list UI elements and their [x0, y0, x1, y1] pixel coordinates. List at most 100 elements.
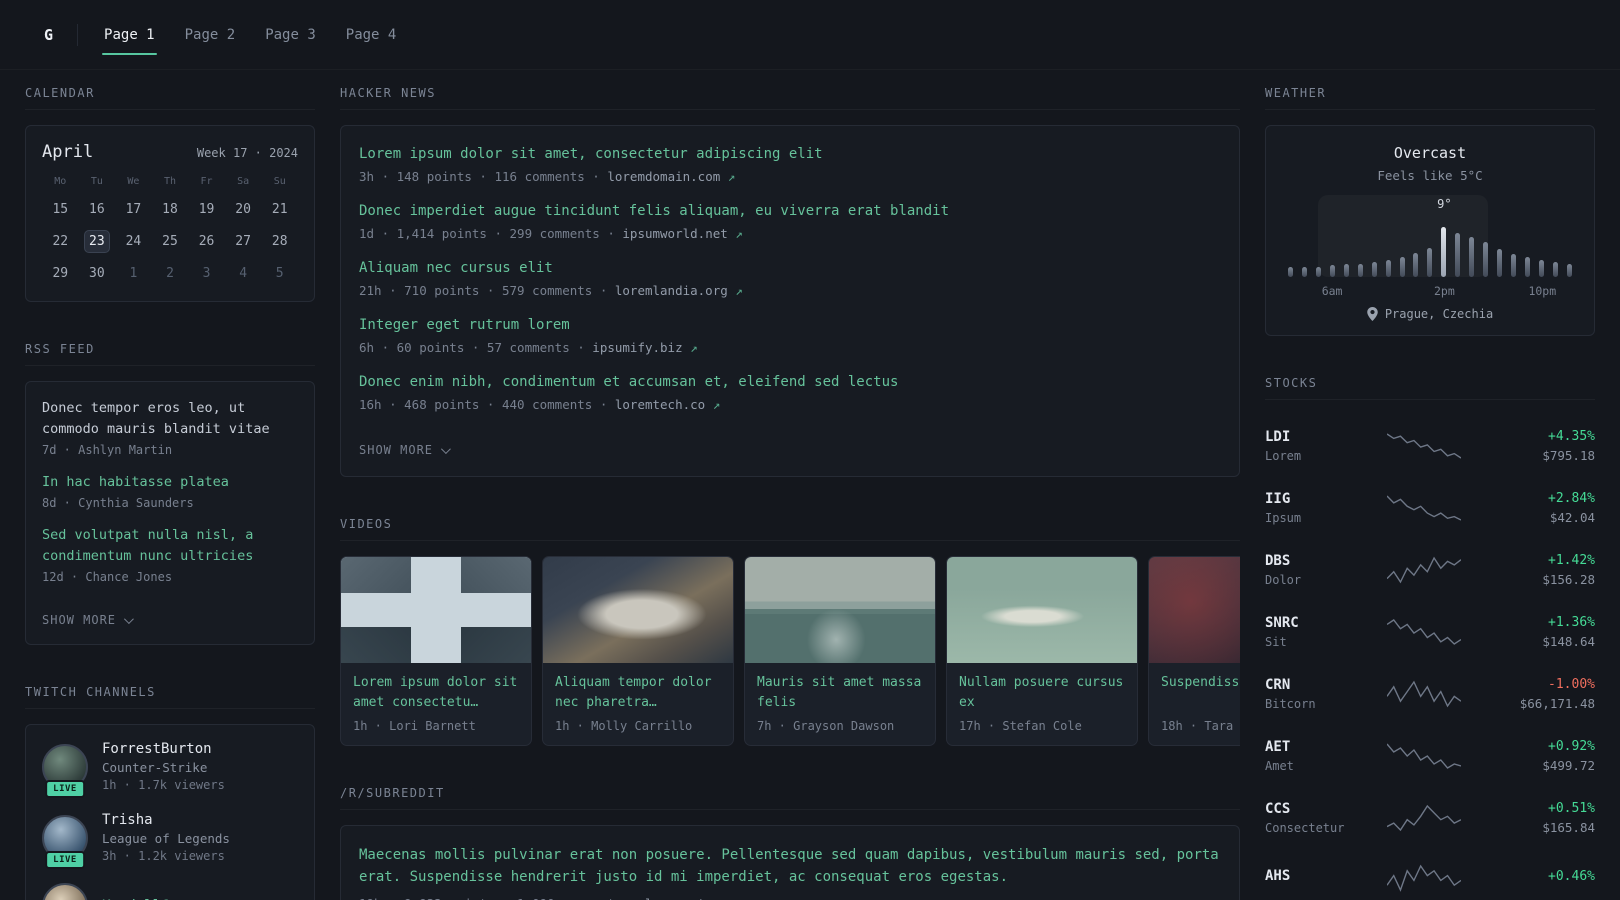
video-card[interactable]: Mauris sit amet massa felis 7h · Grayson… [744, 556, 936, 746]
calendar-dayname: We [127, 176, 140, 187]
reddit-post-title[interactable]: Maecenas mollis pulvinar erat non posuer… [359, 844, 1221, 888]
rss-item: In hac habitasse platea 8d · Cynthia Sau… [42, 472, 298, 510]
twitch-channel[interactable]: LIVE Trisha League of Legends 3h · 1.2k … [42, 812, 298, 869]
video-card[interactable]: Lorem ipsum dolor sit amet consectetu… 1… [340, 556, 532, 746]
hn-meta-text: 6h · 60 points · 57 comments · [359, 340, 593, 355]
calendar-day-next-month: 1 [129, 266, 138, 281]
stock-values: +0.92% $499.72 [1483, 739, 1595, 773]
hn-meta-text: 21h · 710 points · 579 comments · [359, 283, 615, 298]
tab-page-2[interactable]: Page 2 [183, 21, 238, 49]
stock-row[interactable]: LDI Lorem +4.35% $795.18 [1265, 415, 1595, 477]
video-card[interactable]: Aliquam tempor dolor nec pharetra… 1h · … [542, 556, 734, 746]
hn-story-meta: 1d · 1,414 points · 299 comments · ipsum… [359, 226, 1221, 241]
stock-price: $148.64 [1542, 634, 1595, 649]
video-title[interactable]: Nullam posuere cursus ex [959, 673, 1125, 713]
calendar-day: 18 [162, 202, 178, 217]
video-card[interactable]: Nullam posuere cursus ex 17h · Stefan Co… [946, 556, 1138, 746]
stock-sparkline [1387, 803, 1461, 833]
hn-story: Aliquam nec cursus elit 21h · 710 points… [359, 258, 1221, 298]
hn-story: Donec imperdiet augue tincidunt felis al… [359, 201, 1221, 241]
weather-location-text: Prague, Czechia [1384, 307, 1494, 321]
external-link-icon: ↗ [690, 340, 698, 355]
external-link-icon: ↗ [712, 397, 721, 412]
video-thumbnail [947, 557, 1137, 663]
calendar-widget: CALENDAR April Week 17 · 2024 Mo Tu We T… [25, 86, 315, 302]
weather-location: Prague, Czechia [1286, 307, 1574, 321]
stock-row[interactable]: AHS +0.46% [1265, 849, 1595, 900]
hn-domain-link[interactable]: ipsumworld.net ↗ [622, 226, 742, 241]
rss-item-meta: 7d · Ashlyn Martin [42, 443, 173, 457]
weather-bar [1497, 249, 1503, 277]
video-title[interactable]: Mauris sit amet massa felis [757, 673, 923, 713]
video-meta: 1h · Molly Carrillo [555, 719, 693, 733]
hn-story-meta: 16h · 468 points · 440 comments · loremt… [359, 397, 1221, 412]
hn-show-more-button[interactable]: SHOW MORE [359, 443, 451, 457]
external-link-icon: ↗ [735, 283, 743, 298]
video-title[interactable]: Lorem ipsum dolor sit amet consectetu… [353, 673, 519, 713]
hn-story-title[interactable]: Donec imperdiet augue tincidunt felis al… [359, 201, 1221, 222]
channel-name[interactable]: ForrestBurton [102, 741, 225, 757]
hn-domain-link[interactable]: loremtech.co ↗ [615, 397, 720, 412]
stock-row[interactable]: CRN Bitcorn -1.00% $66,171.48 [1265, 663, 1595, 725]
stock-id: SNRC Sit [1265, 615, 1365, 649]
video-title[interactable]: Suspendisse diam [1161, 673, 1240, 713]
tab-page-4[interactable]: Page 4 [344, 21, 399, 49]
hn-story-title[interactable]: Lorem ipsum dolor sit amet, consectetur … [359, 144, 1221, 165]
stock-name: Amet [1265, 759, 1294, 773]
hn-story-title[interactable]: Aliquam nec cursus elit [359, 258, 1221, 279]
hn-story: Donec enim nibh, condimentum et accumsan… [359, 372, 1221, 412]
stock-row[interactable]: SNRC Sit +1.36% $148.64 [1265, 601, 1595, 663]
stock-change: +1.36% [1548, 615, 1595, 630]
calendar-day-next-month: 2 [166, 266, 174, 281]
rss-item-title[interactable]: Donec tempor eros leo, ut commodo mauris… [42, 398, 298, 440]
stocks-list: LDI Lorem +4.35% $795.18 IIG Ipsum +2.84… [1265, 415, 1595, 900]
rss-show-more-button[interactable]: SHOW MORE [42, 613, 134, 627]
video-card[interactable]: Suspendisse diam 18h · Tara [1148, 556, 1240, 746]
stock-values: +2.84% $42.04 [1483, 491, 1595, 525]
calendar-day: 27 [235, 234, 251, 249]
stock-values: +0.51% $165.84 [1483, 801, 1595, 835]
rss-item-title[interactable]: Sed volutpat nulla nisl, a condimentum n… [42, 525, 298, 567]
tab-page-1[interactable]: Page 1 [102, 21, 157, 55]
videos-carousel[interactable]: Lorem ipsum dolor sit amet consectetu… 1… [340, 556, 1240, 746]
tab-page-3[interactable]: Page 3 [263, 21, 318, 49]
stock-price: $165.84 [1542, 820, 1595, 835]
stock-symbol: LDI [1265, 429, 1291, 445]
reddit-post: Maecenas mollis pulvinar erat non posuer… [359, 844, 1221, 900]
weather-bar [1343, 264, 1349, 277]
stock-spark-wrap [1365, 493, 1483, 523]
hn-story-title[interactable]: Donec enim nibh, condimentum et accumsan… [359, 372, 1221, 393]
video-title[interactable]: Aliquam tempor dolor nec pharetra… [555, 673, 721, 713]
calendar-day: 16 [89, 202, 105, 217]
video-body: Aliquam tempor dolor nec pharetra… 1h · … [543, 663, 733, 745]
hn-meta-text: 1d · 1,414 points · 299 comments · [359, 226, 623, 241]
stock-row[interactable]: DBS Dolor +1.42% $156.28 [1265, 539, 1595, 601]
calendar-day: 15 [52, 202, 69, 217]
stock-values: +4.35% $795.18 [1483, 429, 1595, 463]
stock-row[interactable]: AET Amet +0.92% $499.72 [1265, 725, 1595, 787]
stock-price: $795.18 [1542, 448, 1595, 463]
reddit-post-meta: 19h · 9,932 points · 1,090 comments · lo… [359, 896, 1221, 900]
twitch-channel[interactable]: LIVE ForrestBurton Counter-Strike 1h · 1… [42, 741, 298, 798]
calendar-day-today: 23 [83, 230, 111, 253]
channel-game: League of Legends [102, 831, 230, 846]
hn-domain-link[interactable]: loremdomain.com ↗ [607, 169, 735, 184]
weather-hourly-chart: 9° 6am 2pm 10pm [1286, 195, 1574, 299]
rss-item: Sed volutpat nulla nisl, a condimentum n… [42, 525, 298, 584]
app-logo[interactable]: G [44, 26, 53, 44]
stock-id: AHS [1265, 868, 1365, 888]
weather-bar [1329, 265, 1335, 277]
stock-row[interactable]: CCS Consectetur +0.51% $165.84 [1265, 787, 1595, 849]
reddit-domain-link[interactable]: loremnet.xyz ↗ [645, 896, 750, 900]
hn-domain-link[interactable]: loremlandia.org ↗ [615, 283, 743, 298]
hn-domain-link[interactable]: ipsumify.biz ↗ [592, 340, 697, 355]
stock-row[interactable]: IIG Ipsum +2.84% $42.04 [1265, 477, 1595, 539]
video-thumbnail [1149, 557, 1240, 663]
weather-time-label: 2pm [1434, 284, 1455, 298]
twitch-channel[interactable]: KendallCarr [42, 883, 298, 900]
video-meta: 1h · Lori Barnett [353, 719, 476, 733]
hn-story-title[interactable]: Integer eget rutrum lorem [359, 315, 1221, 336]
channel-name[interactable]: Trisha [102, 812, 230, 828]
rss-item-title[interactable]: In hac habitasse platea [42, 472, 298, 493]
channel-game: Counter-Strike [102, 760, 208, 775]
